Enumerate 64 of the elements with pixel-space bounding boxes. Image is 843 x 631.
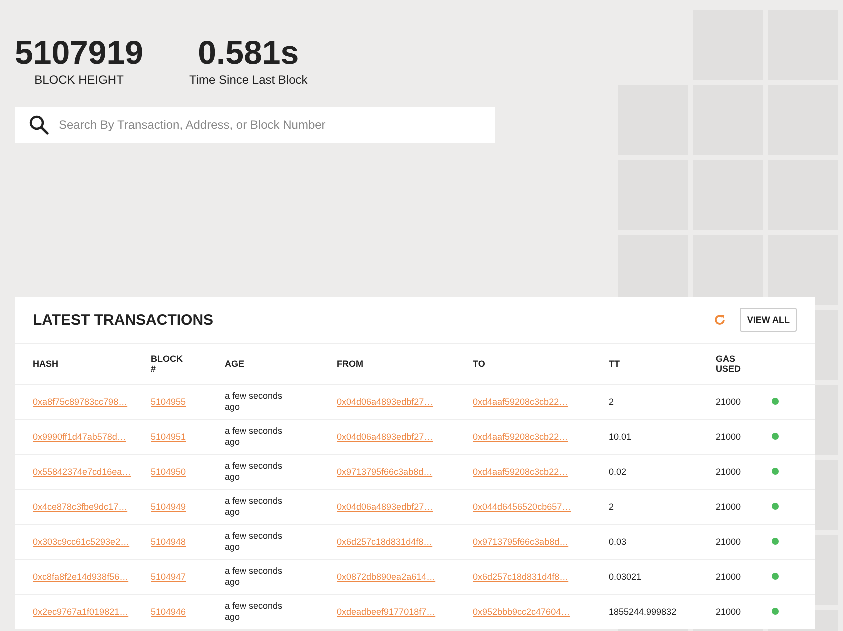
stat-label: BLOCK HEIGHT (34, 73, 124, 87)
block-link[interactable]: 5104950 (151, 467, 186, 477)
gas-text: 21000 (716, 537, 742, 547)
age-text: a few seconds ago (225, 601, 284, 623)
age-text: a few seconds ago (225, 391, 284, 413)
block-link[interactable]: 5104947 (151, 572, 186, 582)
to-link[interactable]: 0x952bbb9cc2c47604… (473, 607, 570, 617)
column-header: FROM (337, 359, 364, 369)
hash-link[interactable]: 0x4ce878c3fbe9dc17… (33, 502, 128, 512)
from-link[interactable]: 0x04d06a4893edbf27… (337, 502, 434, 512)
hash-link[interactable]: 0xc8fa8f2e14d938f56… (33, 572, 129, 582)
gas-text: 21000 (716, 467, 742, 477)
from-link[interactable]: 0x04d06a4893edbf27… (337, 432, 434, 442)
value-text: 2 (609, 502, 614, 512)
column-header: TT (609, 359, 620, 369)
gas-text: 21000 (716, 572, 742, 582)
stat-value: 5107919 (15, 35, 144, 71)
block-link[interactable]: 5104951 (151, 432, 186, 442)
column-header: GAS USED (716, 354, 742, 374)
from-link[interactable]: 0x6d257c18d831d4f8… (337, 537, 433, 547)
stat-value: 0.581s (198, 35, 300, 71)
value-text: 2 (609, 397, 614, 407)
stat-label: Time Since Last Block (189, 73, 308, 87)
age-text: a few seconds ago (225, 461, 284, 483)
hash-link[interactable]: 0x2ec9767a1f019821… (33, 607, 129, 617)
value-text: 0.03 (609, 537, 627, 547)
block-link[interactable]: 5104955 (151, 397, 186, 407)
gas-text: 21000 (716, 607, 742, 617)
gas-text: 21000 (716, 502, 742, 512)
from-link[interactable]: 0x0872db890ea2a614… (337, 572, 436, 582)
block-link[interactable]: 5104946 (151, 607, 186, 617)
refresh-icon[interactable] (714, 314, 726, 326)
gas-text: 21000 (716, 432, 742, 442)
column-header: BLOCK # (151, 354, 184, 374)
column-header: TO (473, 359, 486, 369)
value-text: 0.03021 (609, 572, 642, 582)
hash-link[interactable]: 0x55842374e7cd16ea… (33, 467, 132, 477)
column-header: AGE (225, 359, 245, 369)
from-link[interactable]: 0xdeadbeef9177018f7… (337, 607, 436, 617)
to-link[interactable]: 0xd4aaf59208c3cb22… (473, 397, 568, 407)
column-header: HASH (33, 359, 59, 369)
age-text: a few seconds ago (225, 566, 284, 588)
to-link[interactable]: 0xd4aaf59208c3cb22… (473, 467, 568, 477)
to-link[interactable]: 0x044d6456520cb657… (473, 502, 572, 512)
age-text: a few seconds ago (225, 496, 284, 518)
search-field[interactable]: Search By Transaction, Address, or Block Number (15, 107, 495, 143)
value-text: 0.02 (609, 467, 627, 477)
value-text: 1855244.999832 (609, 607, 677, 617)
to-link[interactable]: 0xd4aaf59208c3cb22… (473, 432, 568, 442)
hash-link[interactable]: 0x303c9cc61c5293e2… (33, 537, 130, 547)
block-link[interactable]: 5104948 (151, 537, 186, 547)
hash-link[interactable]: 0xa8f75c89783cc798… (33, 397, 128, 407)
card-title: LATEST TRANSACTIONS (33, 312, 215, 328)
hash-link[interactable]: 0x9990ff1d47ab578d… (33, 432, 126, 442)
from-link[interactable]: 0x9713795f66c3ab8d… (337, 467, 433, 477)
age-text: a few seconds ago (225, 531, 284, 553)
from-link[interactable]: 0x04d06a4893edbf27… (337, 397, 434, 407)
to-link[interactable]: 0x9713795f66c3ab8d… (473, 537, 569, 547)
block-link[interactable]: 5104949 (151, 502, 186, 512)
age-text: a few seconds ago (225, 426, 284, 448)
view-all-button[interactable]: VIEW ALL (740, 308, 797, 332)
to-link[interactable]: 0x6d257c18d831d4f8… (473, 572, 569, 582)
gas-text: 21000 (716, 397, 742, 407)
value-text: 10.01 (609, 432, 632, 442)
